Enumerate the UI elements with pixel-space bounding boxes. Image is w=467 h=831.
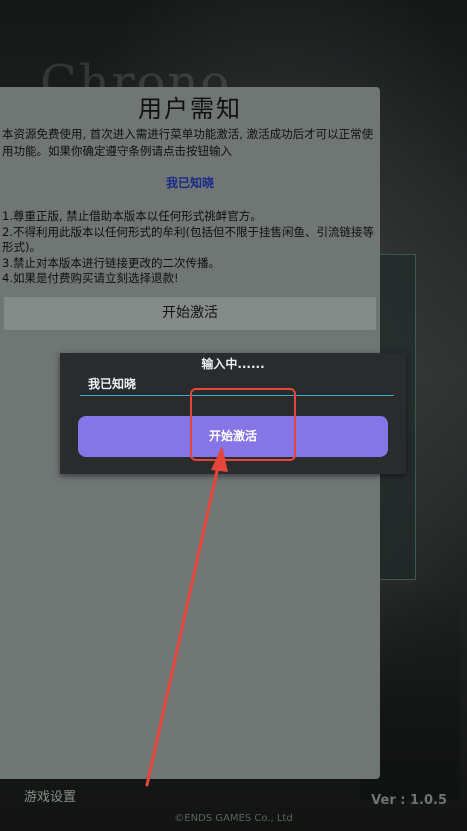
notice-title: 用户需知: [138, 95, 242, 123]
notice-intro: 本资源免费使用, 首次进入需进行菜单功能激活, 激活成功后才可以正常使用功能。如…: [2, 127, 374, 158]
annotation-highlight-box: [190, 388, 296, 461]
rule-item: 4.如果是付费购买请立刻选择退款!: [2, 271, 179, 285]
rule-item: 2.不得利用此版本以任何形式的牟利(包括但不限于挂售闲鱼、引流链接等形式)。: [2, 224, 374, 255]
rule-item: 3.禁止对本版本进行链接更改的二次传播。: [2, 255, 220, 270]
rule-item: 1.尊重正版, 禁止借助本版本以任何形式祧衅官方。: [2, 209, 262, 223]
notice-start-activation-button[interactable]: 开始激活: [4, 296, 376, 330]
game-settings-link[interactable]: 游戏设置: [24, 786, 76, 805]
dialog-title: 输入中......: [201, 357, 265, 371]
acknowledge-text: 我已知晓: [165, 176, 214, 190]
notice-rules: 1.尊重正版, 禁止借助本版本以任何形式祧衅官方。 2.不得利用此版本以任何形式…: [0, 191, 380, 287]
version-label: Ver : 1.0.5: [371, 793, 447, 808]
copyright-label: ©ENDS GAMES Co., Ltd: [174, 813, 293, 824]
